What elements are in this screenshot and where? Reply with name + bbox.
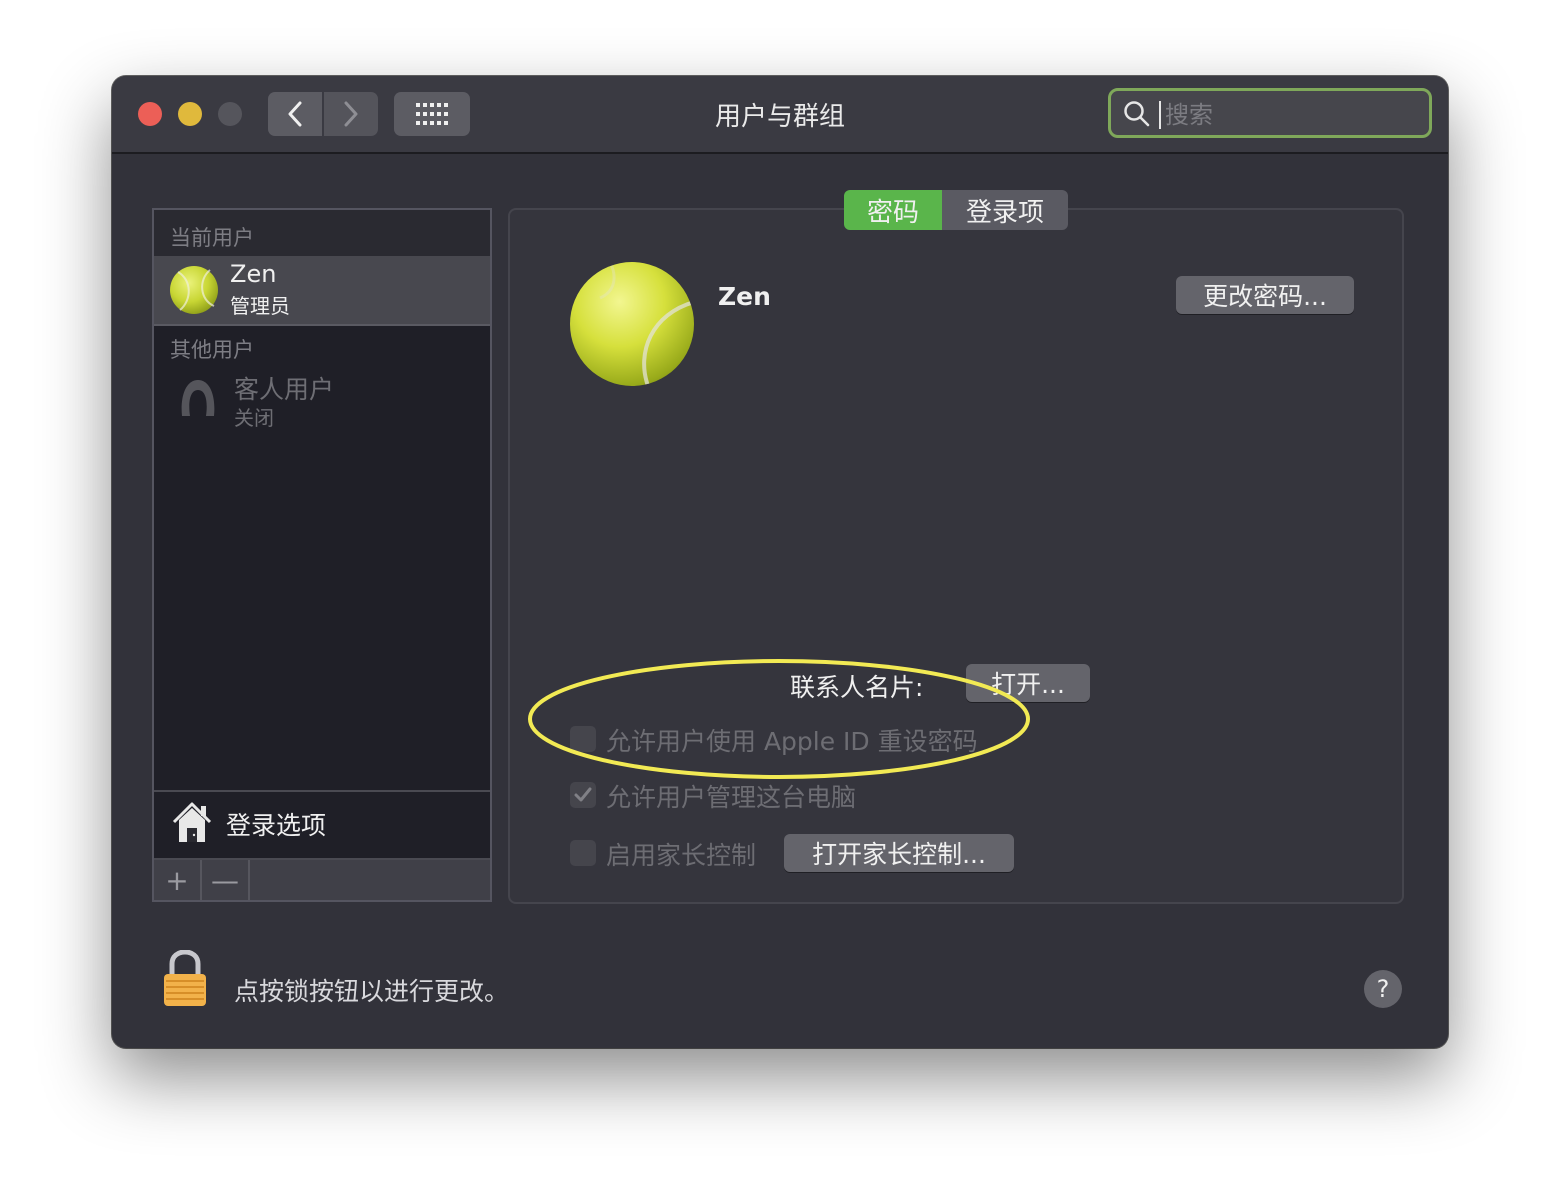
- users-list: 当前用户 Zen 管理员 其他用户 客人用户 关闭 登录选项 + —: [152, 208, 492, 902]
- tennis-ball-icon: [177, 269, 215, 311]
- tab-password[interactable]: 密码: [844, 190, 942, 230]
- guest-user-name: 客人用户: [234, 375, 335, 404]
- parental-controls-checkbox[interactable]: [570, 840, 596, 866]
- help-button[interactable]: ?: [1364, 970, 1402, 1008]
- parental-controls-label: 启用家长控制: [606, 841, 757, 870]
- titlebar: 用户与群组: [112, 76, 1448, 154]
- list-controls: + —: [154, 860, 490, 900]
- open-contact-card-button[interactable]: 打开...: [966, 664, 1090, 702]
- user-name: Zen: [230, 260, 277, 288]
- checkmark-icon: [574, 787, 592, 802]
- open-parental-controls-button[interactable]: 打开家长控制...: [784, 834, 1014, 872]
- section-other-users: 其他用户: [170, 338, 254, 362]
- change-password-button[interactable]: 更改密码...: [1176, 276, 1354, 314]
- house-icon: [172, 802, 212, 842]
- section-current-users: 当前用户: [170, 226, 254, 250]
- search-input[interactable]: [1163, 97, 1417, 133]
- lock-icon[interactable]: [162, 950, 208, 1008]
- lock-hint-text: 点按锁按钮以进行更改。: [234, 977, 510, 1006]
- contact-card-label: 联系人名片:: [790, 673, 924, 702]
- login-options-item[interactable]: 登录选项: [154, 790, 490, 860]
- tab-bar: 密码 登录项: [844, 190, 1068, 230]
- avatar: [170, 266, 218, 314]
- admin-label: 允许用户管理这台电脑: [606, 783, 857, 812]
- apple-id-reset-checkbox[interactable]: [570, 726, 596, 752]
- guest-user-icon: [181, 380, 215, 416]
- tab-login-items[interactable]: 登录项: [942, 190, 1068, 230]
- apple-id-reset-label: 允许用户使用 Apple ID 重设密码: [606, 727, 978, 756]
- search-icon: [1124, 101, 1150, 127]
- login-options-label: 登录选项: [226, 811, 327, 840]
- user-avatar-large[interactable]: [570, 262, 694, 386]
- admin-checkbox[interactable]: [570, 782, 596, 808]
- remove-user-button[interactable]: —: [202, 860, 250, 900]
- search-field[interactable]: [1108, 88, 1432, 138]
- user-full-name: Zen: [718, 282, 771, 311]
- tennis-ball-icon: [599, 262, 694, 386]
- add-user-button[interactable]: +: [154, 860, 202, 900]
- guest-user-status: 关闭: [234, 406, 274, 430]
- preferences-window: 用户与群组 当前用户 Zen 管理员 其他用户: [112, 76, 1448, 1048]
- user-row-zen[interactable]: Zen 管理员: [154, 256, 490, 326]
- text-cursor: [1159, 101, 1161, 129]
- user-role: 管理员: [230, 294, 290, 318]
